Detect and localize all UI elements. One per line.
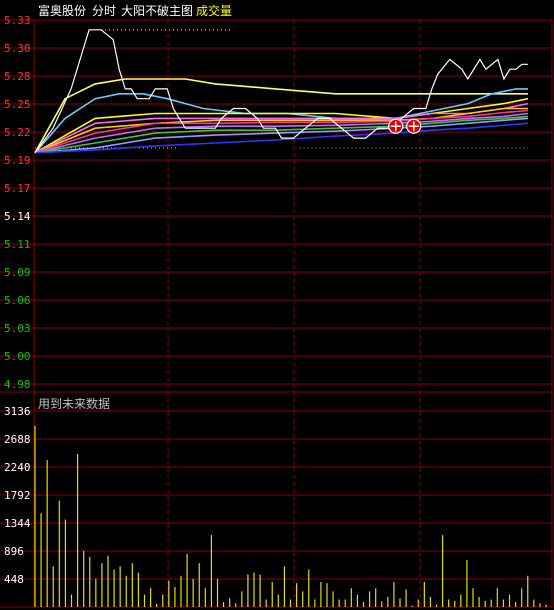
volume-tick-label: 2240 bbox=[4, 461, 31, 474]
price-tick-label: 5.14 bbox=[4, 210, 31, 223]
price-tick-label: 5.09 bbox=[4, 266, 31, 279]
intraday-chart: 5.33 5.30 5.28 5.25 5.22 5.19 5.17 5.14 5.11 5.09… bbox=[0, 14, 553, 608]
price-tick-label: 5.25 bbox=[4, 98, 31, 111]
price-tick-label: 5.00 bbox=[4, 350, 31, 363]
volume-tick-label: 3136 bbox=[4, 405, 31, 418]
price-tick-label: 5.06 bbox=[4, 294, 31, 307]
volume-tick-label: 1344 bbox=[4, 517, 31, 530]
volume-tick-label: 896 bbox=[4, 545, 24, 558]
price-tick-label: 5.17 bbox=[4, 182, 31, 195]
price-tick-label: 5.19 bbox=[4, 154, 31, 167]
volume-tick-label: 2688 bbox=[4, 433, 31, 446]
volume-tick-label: 1792 bbox=[4, 489, 31, 502]
price-tick-label: 5.28 bbox=[4, 70, 31, 83]
price-tick-label: 5.33 bbox=[4, 14, 31, 27]
price-tick-label: 5.30 bbox=[4, 42, 31, 55]
price-tick-label: 5.03 bbox=[4, 322, 31, 335]
volume-tick-label: 448 bbox=[4, 573, 24, 586]
price-tick-label: 5.11 bbox=[4, 238, 31, 251]
price-tick-label: 4.98 bbox=[4, 378, 31, 391]
price-tick-label: 5.22 bbox=[4, 126, 31, 139]
